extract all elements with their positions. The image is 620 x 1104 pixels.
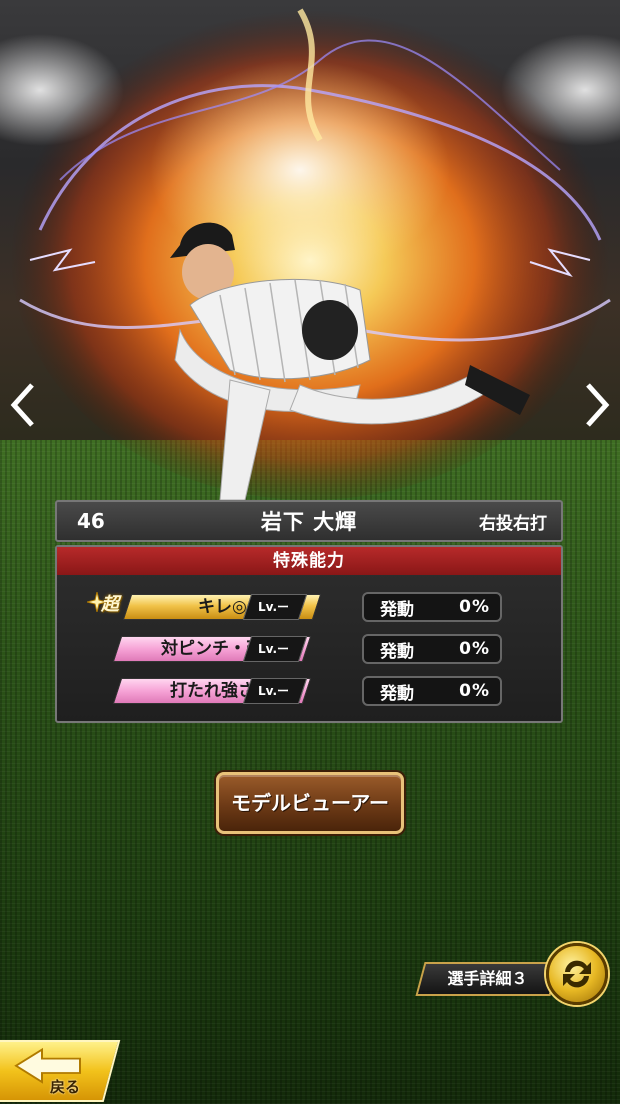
model-viewer-button[interactable]: モデルビューアー xyxy=(216,772,404,834)
player-name-bar: 46 岩下 大輝 右投右打 xyxy=(55,500,563,542)
swap-arrows-icon xyxy=(563,960,591,988)
ability-level: Lv.ー xyxy=(242,678,308,704)
activation-percent: 0% xyxy=(459,639,490,659)
activation-label: 発動 xyxy=(380,641,414,662)
player-detail-button[interactable]: 選手詳細３ xyxy=(415,962,560,996)
ability-row[interactable]: 対ピンチ・改 Lv.ー 発動 0% xyxy=(57,634,561,664)
ability-row[interactable]: 超 キレ◎ Lv.ー 発動 0% xyxy=(57,592,561,622)
swap-button[interactable] xyxy=(546,943,608,1005)
activation-label: 発動 xyxy=(380,683,414,704)
ability-level: Lv.ー xyxy=(242,594,308,620)
chevron-left-icon[interactable] xyxy=(8,380,38,430)
panel-header: 特殊能力 xyxy=(57,547,561,575)
player-figure xyxy=(170,222,530,501)
ability-level: Lv.ー xyxy=(242,636,308,662)
ability-activation-box: 発動 0% xyxy=(362,634,502,664)
throw-bat-info: 右投右打 xyxy=(479,513,547,534)
player-card-screen: 46 岩下 大輝 右投右打 特殊能力 超 キレ◎ Lv.ー 発動 0% 対ピンチ… xyxy=(0,0,620,1104)
chevron-right-icon[interactable] xyxy=(582,380,612,430)
super-prefix: 超 xyxy=(101,594,119,615)
ability-row[interactable]: 打たれ強さ Lv.ー 発動 0% xyxy=(57,676,561,706)
activation-percent: 0% xyxy=(459,597,490,617)
activation-label: 発動 xyxy=(380,599,414,620)
ability-activation-box: 発動 0% xyxy=(362,676,502,706)
back-label: 戻る xyxy=(50,1078,81,1096)
special-abilities-panel: 特殊能力 超 キレ◎ Lv.ー 発動 0% 対ピンチ・改 Lv.ー 発動 0% xyxy=(55,545,563,723)
player-detail-label: 選手詳細３ xyxy=(447,969,528,988)
ability-activation-box: 発動 0% xyxy=(362,592,502,622)
activation-percent: 0% xyxy=(459,681,490,701)
